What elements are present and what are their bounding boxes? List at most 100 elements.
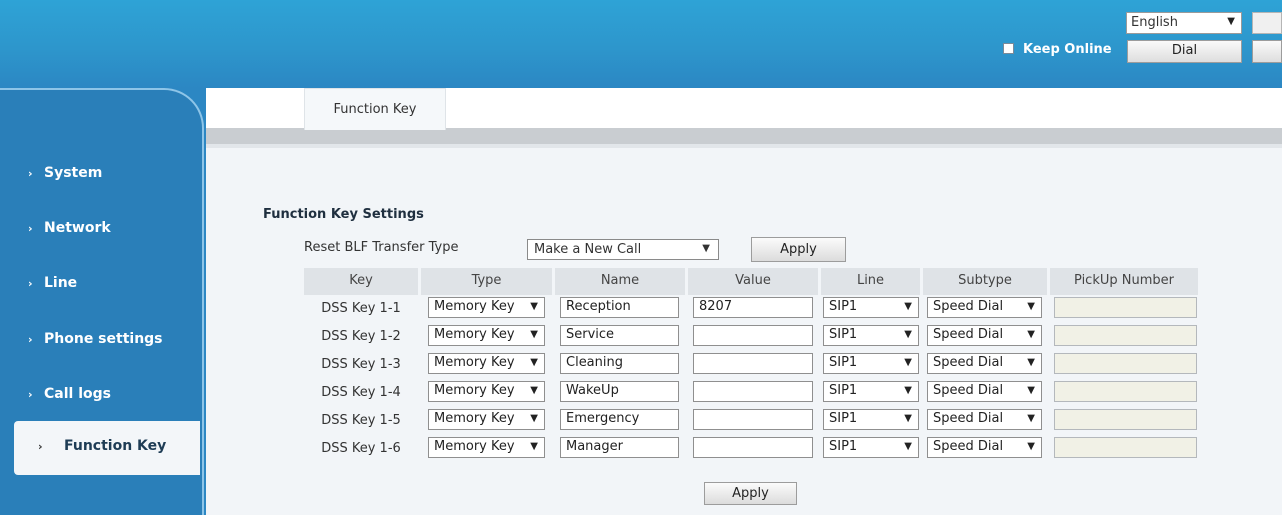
- reset-blf-select[interactable]: Make a New Call ▼: [527, 239, 719, 260]
- sidebar-item-label: Network: [44, 220, 111, 236]
- subtype-select[interactable]: Speed Dial ▼: [927, 437, 1042, 458]
- column-header-type: Type: [421, 268, 552, 295]
- header-extra-button[interactable]: [1252, 12, 1282, 34]
- column-header-key: Key: [304, 268, 418, 295]
- dropdown-arrow-icon: ▼: [702, 243, 710, 254]
- dropdown-arrow-icon: ▼: [904, 441, 912, 452]
- line-select[interactable]: SIP1 ▼: [823, 381, 919, 402]
- pickup-number-input[interactable]: [1054, 325, 1197, 346]
- value-input[interactable]: [693, 353, 813, 374]
- dropdown-arrow-icon: ▼: [1227, 16, 1235, 27]
- type-select[interactable]: Memory Key ▼: [428, 409, 545, 430]
- dropdown-arrow-icon: ▼: [530, 441, 538, 452]
- pickup-number-input[interactable]: [1054, 409, 1197, 430]
- chevron-right-icon: ›: [28, 277, 33, 290]
- line-select[interactable]: SIP1 ▼: [823, 437, 919, 458]
- sidebar-item-label: Line: [44, 275, 78, 291]
- dropdown-arrow-icon: ▼: [1027, 385, 1035, 396]
- type-select[interactable]: Memory Key ▼: [428, 325, 545, 346]
- apply-button[interactable]: Apply: [751, 237, 846, 262]
- value-input[interactable]: [693, 409, 813, 430]
- chevron-right-icon: ›: [38, 440, 43, 453]
- line-value: SIP1: [829, 327, 858, 342]
- type-value: Memory Key: [434, 383, 515, 398]
- value-input[interactable]: [693, 325, 813, 346]
- table-row-key: DSS Key 1-3: [321, 357, 401, 372]
- value-input[interactable]: [693, 381, 813, 402]
- dial-button[interactable]: Dial: [1127, 40, 1242, 63]
- dropdown-arrow-icon: ▼: [904, 357, 912, 368]
- line-value: SIP1: [829, 299, 858, 314]
- subtype-value: Speed Dial: [933, 299, 1004, 314]
- sidebar-item-label: System: [44, 165, 103, 181]
- dropdown-arrow-icon: ▼: [1027, 357, 1035, 368]
- type-select[interactable]: Memory Key ▼: [428, 437, 545, 458]
- subtype-value: Speed Dial: [933, 327, 1004, 342]
- name-input[interactable]: Manager: [560, 437, 679, 458]
- subtype-select[interactable]: Speed Dial ▼: [927, 381, 1042, 402]
- sidebar-item-call-logs[interactable]: › Call logs: [0, 374, 200, 418]
- dropdown-arrow-icon: ▼: [1027, 441, 1035, 452]
- line-select[interactable]: SIP1 ▼: [823, 297, 919, 318]
- name-input[interactable]: Service: [560, 325, 679, 346]
- name-input[interactable]: Emergency: [560, 409, 679, 430]
- language-select[interactable]: English ▼: [1126, 12, 1242, 34]
- name-input[interactable]: Reception: [560, 297, 679, 318]
- language-value: English: [1131, 15, 1178, 30]
- name-input[interactable]: Cleaning: [560, 353, 679, 374]
- line-select[interactable]: SIP1 ▼: [823, 409, 919, 430]
- sidebar-item-function-key[interactable]: › Function Key: [14, 421, 200, 475]
- pickup-number-input[interactable]: [1054, 353, 1197, 374]
- sidebar: › System › Network › Line › Phone settin…: [0, 88, 204, 515]
- apply-button-bottom[interactable]: Apply: [704, 482, 797, 505]
- pickup-number-input[interactable]: [1054, 437, 1197, 458]
- value-input[interactable]: 8207: [693, 297, 813, 318]
- line-value: SIP1: [829, 383, 858, 398]
- dropdown-arrow-icon: ▼: [904, 329, 912, 340]
- keep-online-checkbox[interactable]: [1003, 43, 1014, 54]
- header-extra-button-2[interactable]: [1252, 40, 1282, 63]
- subtype-select[interactable]: Speed Dial ▼: [927, 325, 1042, 346]
- value-input[interactable]: [693, 437, 813, 458]
- dropdown-arrow-icon: ▼: [1027, 301, 1035, 312]
- type-value: Memory Key: [434, 355, 515, 370]
- sidebar-item-phone-settings[interactable]: › Phone settings: [0, 319, 200, 363]
- table-row-key: DSS Key 1-6: [321, 441, 401, 456]
- dropdown-arrow-icon: ▼: [530, 329, 538, 340]
- dropdown-arrow-icon: ▼: [904, 413, 912, 424]
- sidebar-item-system[interactable]: › System: [0, 153, 200, 197]
- column-header-line: Line: [821, 268, 920, 295]
- line-select[interactable]: SIP1 ▼: [823, 325, 919, 346]
- type-select[interactable]: Memory Key ▼: [428, 297, 545, 318]
- table-row-key: DSS Key 1-2: [321, 329, 401, 344]
- sidebar-item-network[interactable]: › Network: [0, 208, 200, 252]
- subtype-select[interactable]: Speed Dial ▼: [927, 409, 1042, 430]
- pickup-number-input[interactable]: [1054, 297, 1197, 318]
- column-header-value: Value: [688, 268, 818, 295]
- subtype-value: Speed Dial: [933, 355, 1004, 370]
- type-value: Memory Key: [434, 411, 515, 426]
- line-value: SIP1: [829, 411, 858, 426]
- subtype-value: Speed Dial: [933, 383, 1004, 398]
- chevron-right-icon: ›: [28, 388, 33, 401]
- dropdown-arrow-icon: ▼: [904, 301, 912, 312]
- dropdown-arrow-icon: ▼: [530, 413, 538, 424]
- line-select[interactable]: SIP1 ▼: [823, 353, 919, 374]
- type-value: Memory Key: [434, 299, 515, 314]
- name-input[interactable]: WakeUp: [560, 381, 679, 402]
- section-title: Function Key Settings: [263, 207, 424, 222]
- table-row-key: DSS Key 1-1: [321, 301, 401, 316]
- column-header-pickup-number: PickUp Number: [1050, 268, 1198, 295]
- table-row-key: DSS Key 1-5: [321, 413, 401, 428]
- chevron-right-icon: ›: [28, 167, 33, 180]
- type-select[interactable]: Memory Key ▼: [428, 353, 545, 374]
- subtype-select[interactable]: Speed Dial ▼: [927, 353, 1042, 374]
- column-header-subtype: Subtype: [923, 268, 1047, 295]
- pickup-number-input[interactable]: [1054, 381, 1197, 402]
- dropdown-arrow-icon: ▼: [1027, 413, 1035, 424]
- subtype-select[interactable]: Speed Dial ▼: [927, 297, 1042, 318]
- subtype-value: Speed Dial: [933, 439, 1004, 454]
- type-select[interactable]: Memory Key ▼: [428, 381, 545, 402]
- tab-function-key[interactable]: Function Key: [304, 88, 446, 130]
- sidebar-item-line[interactable]: › Line: [0, 263, 200, 307]
